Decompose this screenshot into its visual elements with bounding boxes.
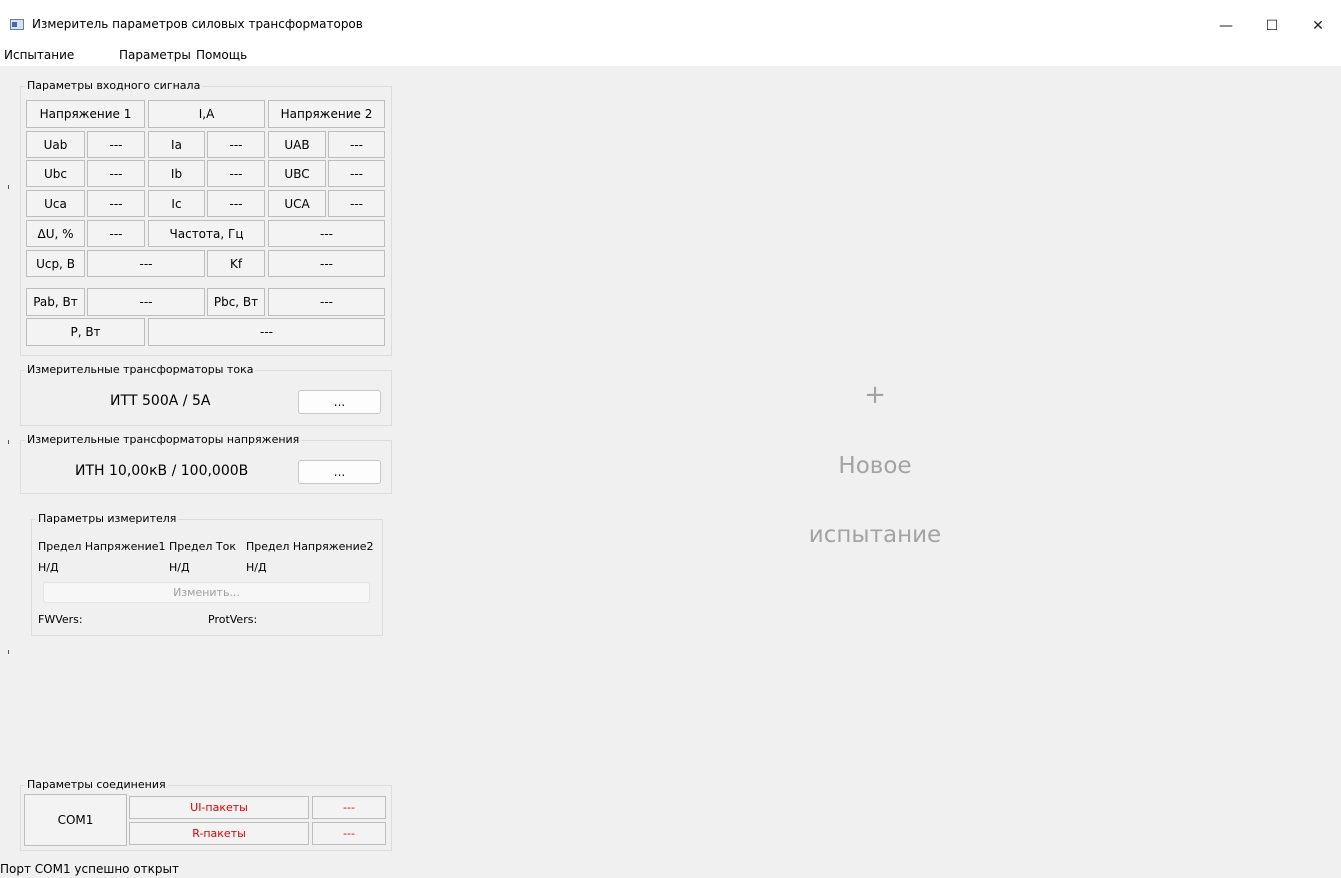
limit-voltage2-value: Н/Д: [246, 561, 267, 574]
limit-voltage1-value: Н/Д: [38, 561, 59, 574]
value-uca: ---: [87, 190, 145, 217]
value-pab: ---: [87, 288, 205, 316]
status-message: Порт COM1 успешно открыт: [0, 862, 179, 876]
edge-mark: [8, 650, 9, 654]
label-ic: Ic: [148, 190, 205, 217]
fw-version-label: FWVers:: [38, 613, 83, 626]
menu-item-test[interactable]: Испытание: [4, 48, 74, 62]
change-limits-button[interactable]: Изменить...: [43, 582, 370, 603]
voltage-transformer-value: ИТН 10,00кВ / 100,000В: [75, 463, 249, 479]
value-ubc-2: ---: [328, 160, 385, 187]
value-power: ---: [148, 318, 385, 346]
meter-params-title: Параметры измерителя: [36, 512, 179, 525]
voltage-transformers-title: Измерительные трансформаторы напряжения: [25, 433, 302, 446]
r-packets-value: ---: [312, 822, 386, 845]
label-ia: Ia: [148, 131, 205, 158]
title-bar: Измеритель параметров силовых трансформа…: [0, 0, 1341, 44]
menu-bar: Испытание Параметры Помощь: [0, 44, 1341, 66]
value-delta-u: ---: [87, 220, 145, 247]
new-test-line2: испытание: [808, 522, 942, 548]
label-kf: Kf: [207, 250, 265, 277]
value-kf: ---: [268, 250, 385, 277]
header-current: I,A: [148, 100, 265, 128]
plus-icon: +: [864, 380, 886, 410]
voltage-transformer-select-button[interactable]: ...: [298, 460, 381, 484]
window-title: Измеритель параметров силовых трансформа…: [32, 17, 363, 31]
label-delta-u: ΔU, %: [26, 220, 85, 247]
value-pbc: ---: [268, 288, 385, 316]
value-ia: ---: [207, 131, 265, 158]
label-ucp: Ucp, В: [26, 250, 85, 277]
header-voltage-1: Напряжение 1: [26, 100, 145, 128]
new-test-line1: Новое: [838, 453, 912, 479]
value-uab-2: ---: [328, 131, 385, 158]
ui-packets-value: ---: [312, 796, 386, 819]
port-name: COM1: [24, 794, 127, 846]
edge-mark: [8, 440, 9, 444]
label-ubc-2: UBC: [268, 160, 326, 187]
minimize-button[interactable]: —: [1203, 8, 1249, 44]
label-pab: Pab, Вт: [26, 288, 85, 316]
connection-group-title: Параметры соединения: [25, 778, 168, 791]
meter-params-group: Параметры измерителя: [31, 512, 383, 636]
label-uca-2: UCA: [268, 190, 326, 217]
limit-voltage1-label: Предел Напряжение1: [38, 540, 166, 553]
value-uab: ---: [87, 131, 145, 158]
limit-current-label: Предел Ток: [169, 540, 237, 553]
value-frequency: ---: [268, 220, 385, 247]
menu-item-parameters[interactable]: Параметры: [119, 48, 191, 62]
value-ucp: ---: [87, 250, 205, 277]
label-uab: Uab: [26, 131, 85, 158]
header-voltage-2: Напряжение 2: [268, 100, 385, 128]
current-transformer-select-button[interactable]: ...: [298, 390, 381, 414]
value-ubc: ---: [87, 160, 145, 187]
maximize-button[interactable]: ☐: [1249, 8, 1295, 44]
close-button[interactable]: ✕: [1295, 8, 1341, 44]
value-uca-2: ---: [328, 190, 385, 217]
label-uca: Uca: [26, 190, 85, 217]
protocol-version-label: ProtVers:: [208, 613, 258, 626]
label-uab-2: UAB: [268, 131, 326, 158]
label-ubc: Ubc: [26, 160, 85, 187]
value-ic: ---: [207, 190, 265, 217]
label-ib: Ib: [148, 160, 205, 187]
value-ib: ---: [207, 160, 265, 187]
input-signal-group-title: Параметры входного сигнала: [25, 79, 203, 92]
new-test-placeholder[interactable]: + Новое испытание: [760, 380, 990, 560]
menu-item-help[interactable]: Помощь: [196, 48, 247, 62]
r-packets-label: R-пакеты: [129, 822, 309, 845]
limit-voltage2-label: Предел Напряжение2: [246, 540, 374, 553]
current-transformer-value: ИТТ 500А / 5А: [110, 393, 211, 409]
ui-packets-label: UI-пакеты: [129, 796, 309, 819]
label-power: P, Вт: [26, 318, 145, 346]
app-icon: [10, 19, 24, 30]
limit-current-value: Н/Д: [169, 561, 190, 574]
label-frequency: Частота, Гц: [148, 220, 265, 247]
current-transformers-title: Измерительные трансформаторы тока: [25, 363, 256, 376]
edge-mark: [8, 185, 9, 189]
label-pbc: Pbc, Вт: [207, 288, 265, 316]
